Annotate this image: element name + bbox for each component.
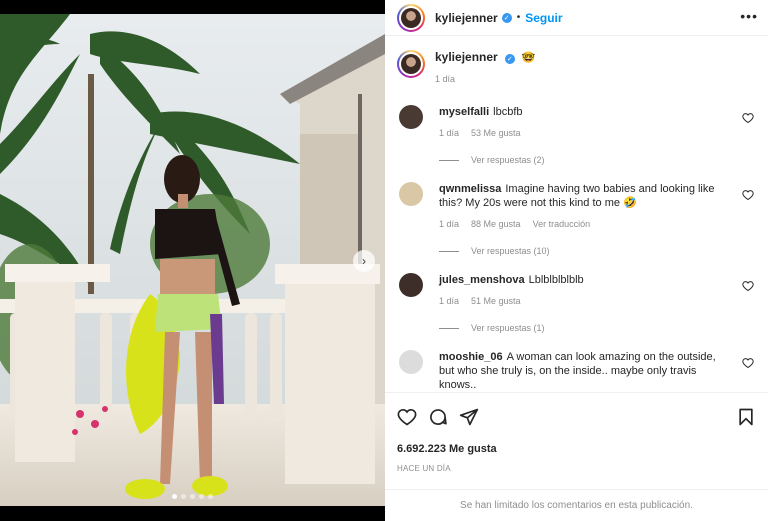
carousel-dot [208, 494, 213, 499]
post-timestamp: HACE UN DÍA [397, 464, 451, 473]
comment-heart-icon[interactable] [742, 189, 754, 201]
comment-heart-icon[interactable] [742, 112, 754, 124]
heart-icon[interactable] [397, 407, 417, 427]
likes-count[interactable]: 6.692.223 Me gusta [397, 443, 756, 455]
comment-likes[interactable]: 51 Me gusta [471, 296, 521, 306]
commenter-username[interactable]: myselfalli [439, 106, 489, 118]
view-replies-button[interactable]: Ver respuestas (10) [439, 246, 756, 256]
commenter-username[interactable]: qwnmelissa [439, 183, 501, 195]
comment-item: mooshie_06 A woman can look amazing on th… [397, 350, 756, 391]
post-details-panel: kyliejenner ✓ • Seguir ••• kyliejenner ✓… [385, 0, 768, 521]
comment-text: lbcbfb [493, 106, 523, 118]
post-header: kyliejenner ✓ • Seguir ••• [385, 0, 768, 36]
post-media: › [0, 0, 385, 521]
more-options-icon[interactable]: ••• [740, 8, 758, 24]
comment-likes[interactable]: 53 Me gusta [471, 128, 521, 138]
commenter-username[interactable]: jules_menshova [439, 274, 525, 286]
verified-badge-icon: ✓ [501, 12, 512, 23]
photo-illustration [0, 14, 385, 506]
comment-time[interactable]: 1 día [439, 128, 459, 138]
carousel-dots [0, 494, 385, 499]
carousel-dot [172, 494, 177, 499]
comments-limited-notice: Se han limitado los comentarios en esta … [385, 489, 768, 521]
comment-heart-icon[interactable] [742, 357, 754, 369]
next-slide-button[interactable]: › [353, 250, 375, 272]
post-actions: 6.692.223 Me gusta HACE UN DÍA [385, 392, 768, 492]
carousel-dot [199, 494, 204, 499]
commenter-avatar[interactable] [399, 182, 423, 206]
post-caption: kyliejenner ✓ 🤓 1 día [397, 37, 756, 97]
commenter-avatar[interactable] [399, 105, 423, 129]
commenter-username[interactable]: mooshie_06 [439, 351, 503, 363]
commenter-avatar[interactable] [399, 350, 423, 374]
author-avatar[interactable] [397, 3, 425, 32]
comment-item: jules_menshova Lblblblblblb 1 día 51 Me gu… [397, 273, 756, 306]
comment-time[interactable]: 1 día [439, 219, 459, 229]
comments-list[interactable]: kyliejenner ✓ 🤓 1 día myselfalli lbcbfb 1… [385, 37, 768, 391]
comment-item: myselfalli lbcbfb 1 día 53 Me gusta [397, 105, 756, 138]
caption-avatar[interactable] [397, 50, 425, 78]
comment-likes[interactable]: 88 Me gusta [471, 219, 521, 229]
view-replies-button[interactable]: Ver respuestas (1) [439, 323, 756, 333]
caption-username[interactable]: kyliejenner [435, 50, 498, 64]
author-username[interactable]: kyliejenner [435, 11, 498, 25]
commenter-avatar[interactable] [399, 273, 423, 297]
view-replies-button[interactable]: Ver respuestas (2) [439, 155, 756, 165]
follow-button[interactable]: Seguir [525, 11, 562, 25]
carousel-dot [181, 494, 186, 499]
comment-heart-icon[interactable] [742, 280, 754, 292]
caption-emoji: 🤓 [521, 52, 536, 64]
carousel-dot [190, 494, 195, 499]
verified-badge-icon: ✓ [504, 54, 515, 64]
post-photo [0, 14, 385, 506]
action-row [397, 405, 756, 429]
share-icon[interactable] [459, 407, 479, 427]
caption-time: 1 día [435, 74, 456, 84]
comment-text: Lblblblblblb [528, 274, 584, 286]
comment-icon[interactable] [428, 407, 448, 427]
translate-link[interactable]: Ver traducción [533, 219, 591, 229]
separator-bullet: • [516, 12, 521, 23]
comment-item: qwnmelissa Imagine having two babies and … [397, 182, 756, 229]
bookmark-icon[interactable] [736, 407, 756, 427]
comment-time[interactable]: 1 día [439, 296, 459, 306]
